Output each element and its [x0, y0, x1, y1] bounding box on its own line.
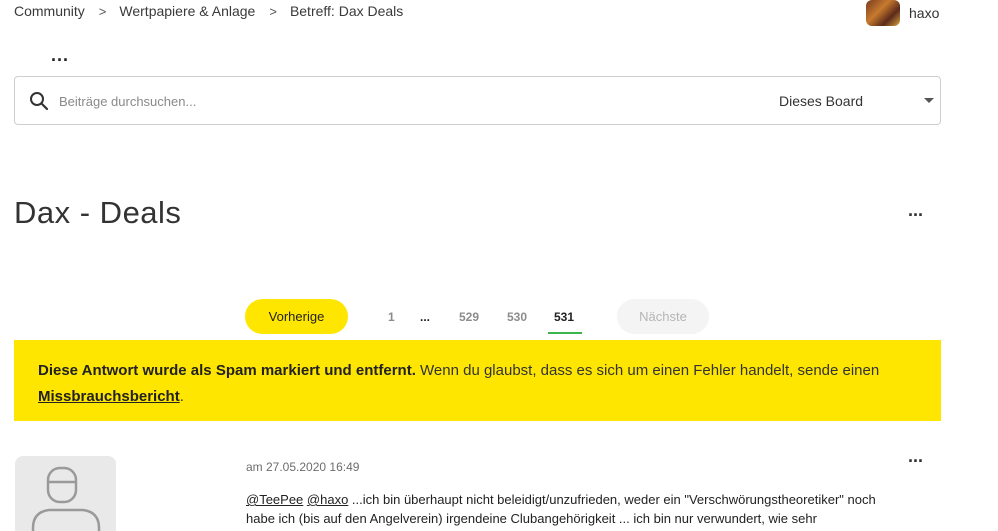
- user-name[interactable]: haxo: [909, 5, 939, 21]
- current-page-indicator: [548, 332, 582, 334]
- search-scope-label: Dieses Board: [779, 92, 864, 109]
- search-icon[interactable]: [29, 91, 49, 111]
- search-scope-select[interactable]: Dieses Board: [779, 77, 941, 124]
- spam-notice-text: Wenn du glaubst, dass es sich um einen F…: [415, 362, 880, 379]
- page-link-529[interactable]: 529: [459, 310, 479, 324]
- page-link-1[interactable]: 1: [388, 310, 395, 324]
- pagination: Vorherige 1 ... 529 530 531 Nächste: [0, 299, 998, 335]
- spam-notice-end: .: [179, 388, 184, 405]
- breadcrumb-separator: >: [98, 3, 107, 19]
- user-menu[interactable]: haxo: [866, 0, 939, 26]
- next-page-button[interactable]: Nächste: [617, 299, 709, 334]
- page-link-531-current[interactable]: 531: [554, 310, 574, 324]
- breadcrumb-separator: >: [269, 3, 277, 19]
- more-options-icon[interactable]: ...: [51, 46, 69, 64]
- spam-notice-heading: Diese Antwort wurde als Spam markiert un…: [38, 362, 416, 379]
- breadcrumb-wertpapiere[interactable]: Wertpapiere & Anlage: [119, 3, 255, 19]
- mention-teepee[interactable]: @TeePee: [246, 492, 303, 507]
- avatar[interactable]: [866, 0, 900, 26]
- search-input[interactable]: [59, 86, 659, 116]
- chevron-down-icon: [924, 98, 934, 103]
- post-date: am 27.05.2020 16:49: [246, 460, 360, 474]
- post-options-icon[interactable]: ...: [908, 447, 923, 465]
- post-body: @TeePee @haxo ...ich bin überhaupt nicht…: [246, 490, 896, 528]
- mention-haxo[interactable]: @haxo: [307, 492, 348, 507]
- previous-page-button[interactable]: Vorherige: [245, 299, 348, 334]
- page-ellipsis: ...: [420, 310, 431, 324]
- thread-options-icon[interactable]: ...: [908, 201, 923, 219]
- spam-removed-notice: Diese Antwort wurde als Spam markiert un…: [14, 340, 941, 421]
- page-link-530[interactable]: 530: [507, 310, 527, 324]
- page-title: Dax - Deals: [14, 195, 182, 230]
- default-user-icon: [31, 466, 101, 531]
- breadcrumb-current-thread[interactable]: Betreff: Dax Deals: [290, 3, 403, 19]
- breadcrumb-community[interactable]: Community: [14, 3, 85, 19]
- breadcrumb: Community > Wertpapiere & Anlage > Betre…: [14, 3, 403, 19]
- search-bar: Dieses Board: [14, 76, 941, 125]
- post-author-avatar[interactable]: [15, 456, 116, 531]
- abuse-report-link[interactable]: Missbrauchsbericht: [38, 388, 180, 405]
